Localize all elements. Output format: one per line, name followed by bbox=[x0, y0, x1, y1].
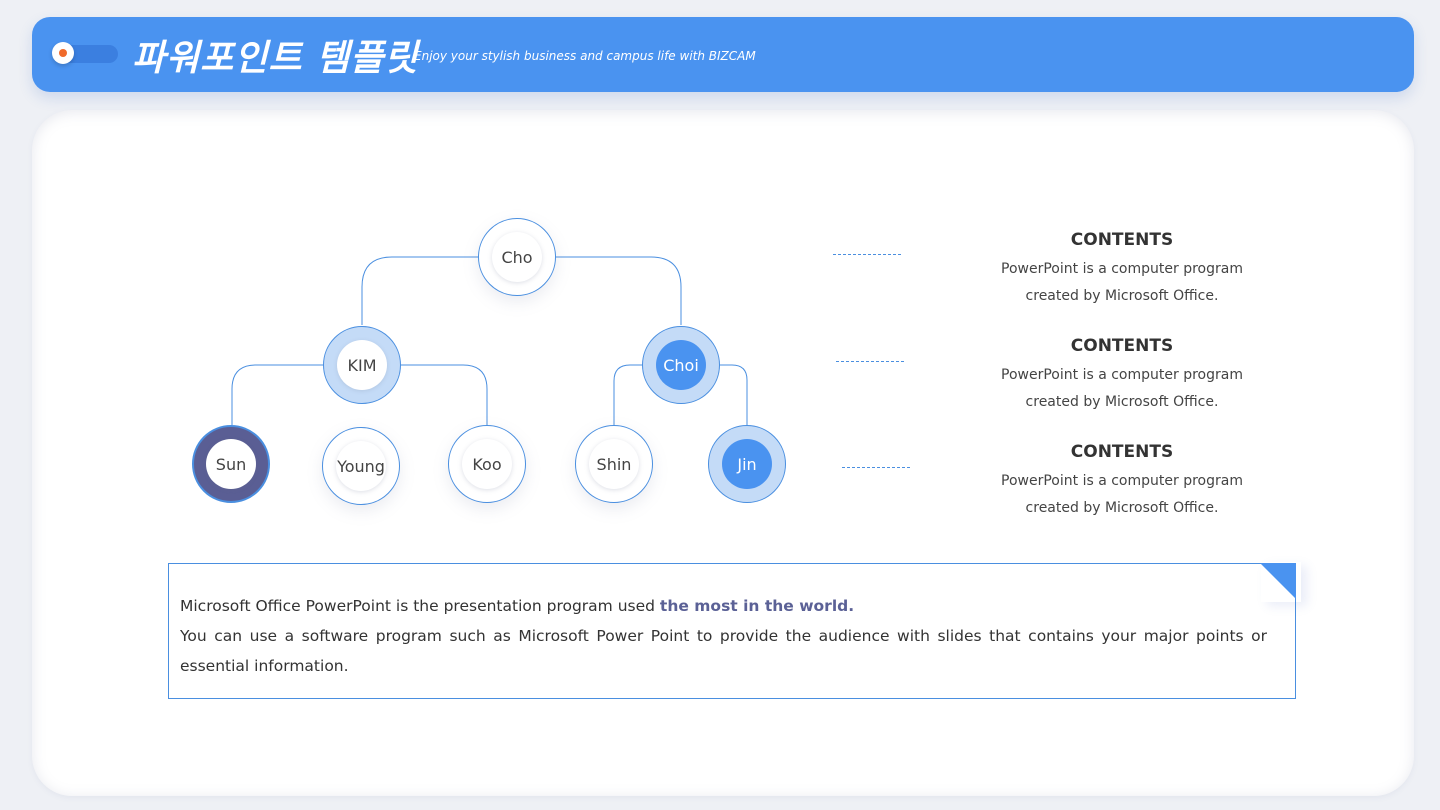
contents-title: CONTENTS bbox=[1070, 336, 1174, 356]
contents-title: CONTENTS bbox=[1070, 230, 1174, 250]
tree-node-label: KIM bbox=[337, 340, 387, 390]
contents-description: PowerPoint is a computer program created… bbox=[982, 468, 1262, 522]
tree-node-label: Cho bbox=[492, 232, 542, 282]
contents-line-1: PowerPoint is a computer program bbox=[1001, 367, 1243, 383]
tree-node-label: Shin bbox=[589, 439, 639, 489]
tree-node-label: Jin bbox=[722, 439, 772, 489]
tree-node-label: Sun bbox=[206, 439, 256, 489]
contents-description: PowerPoint is a computer program created… bbox=[982, 256, 1262, 310]
dashed-divider-3 bbox=[842, 467, 910, 468]
contents-item-2: CONTENTS PowerPoint is a computer progra… bbox=[982, 334, 1262, 416]
tree-node-label: Choi bbox=[656, 340, 706, 390]
tree-node-choi: Choi bbox=[642, 326, 720, 404]
contents-line-2: created by Microsoft Office. bbox=[1025, 500, 1219, 516]
connector-kim-koo bbox=[401, 364, 488, 425]
contents-item-1: CONTENTS PowerPoint is a computer progra… bbox=[982, 228, 1262, 310]
contents-description: PowerPoint is a computer program created… bbox=[982, 362, 1262, 416]
contents-line-2: created by Microsoft Office. bbox=[1025, 288, 1219, 304]
tree-node-label: Koo bbox=[462, 439, 512, 489]
dashed-divider-1 bbox=[833, 254, 901, 255]
tree-node-jin: Jin bbox=[708, 425, 786, 503]
dashed-divider-2 bbox=[836, 361, 904, 362]
description-emphasis: the most in the world. bbox=[659, 597, 855, 615]
connector-cho-kim bbox=[361, 256, 478, 325]
tree-node-young: Young bbox=[322, 427, 400, 505]
tree-node-koo: Koo bbox=[448, 425, 526, 503]
connector-choi-jin bbox=[720, 364, 748, 425]
contents-line-1: PowerPoint is a computer program bbox=[1001, 261, 1243, 277]
description-line-1: Microsoft Office PowerPoint is the prese… bbox=[180, 597, 660, 615]
tree-node-kim: KIM bbox=[323, 326, 401, 404]
connector-choi-shin bbox=[613, 364, 642, 425]
contents-line-1: PowerPoint is a computer program bbox=[1001, 473, 1243, 489]
contents-item-3: CONTENTS PowerPoint is a computer progra… bbox=[982, 440, 1262, 522]
tree-node-label: Young bbox=[336, 441, 386, 491]
contents-title: CONTENTS bbox=[1070, 442, 1174, 462]
description-textbox: Microsoft Office PowerPoint is the prese… bbox=[168, 563, 1296, 699]
connector-cho-choi bbox=[556, 256, 682, 325]
tree-node-cho: Cho bbox=[478, 218, 556, 296]
description-line-2: You can use a software program such as M… bbox=[180, 627, 1267, 675]
tree-node-shin: Shin bbox=[575, 425, 653, 503]
tree-node-sun: Sun bbox=[192, 425, 270, 503]
description-text: Microsoft Office PowerPoint is the prese… bbox=[180, 591, 1267, 681]
connector-kim-sun bbox=[231, 364, 323, 425]
contents-line-2: created by Microsoft Office. bbox=[1025, 394, 1219, 410]
